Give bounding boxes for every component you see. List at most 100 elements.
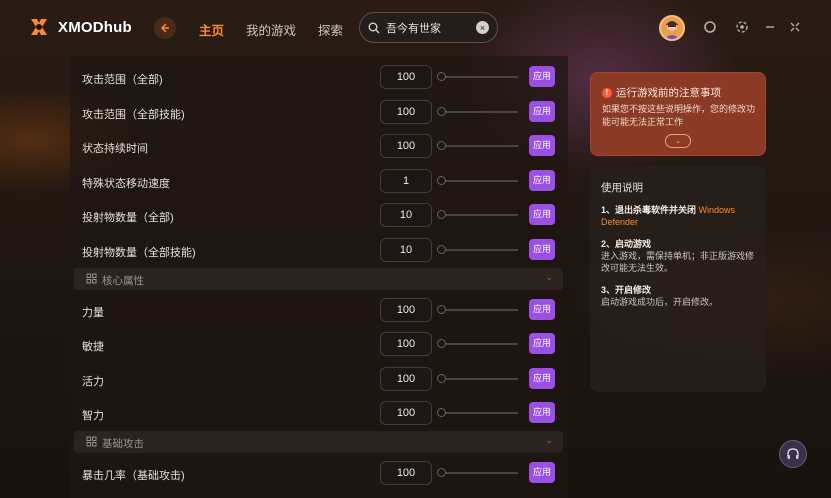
chevron-down-icon: ⌄ [545, 272, 553, 282]
search-icon [368, 22, 380, 33]
warning-card: ! 运行游戏前的注意事项 如果您不按这些说明操作，您的修改功能可能无法正常工作 … [590, 72, 766, 156]
user-avatar[interactable] [659, 15, 685, 41]
settings-icon[interactable] [735, 20, 749, 34]
clear-search-icon[interactable]: × [476, 21, 489, 34]
apply-button[interactable]: 应用 [529, 368, 555, 389]
mod-value-input[interactable]: 100 [380, 100, 432, 124]
section-label: 核心属性 [102, 275, 144, 287]
support-button[interactable] [779, 440, 807, 468]
apply-button[interactable]: 应用 [529, 462, 555, 483]
apply-button[interactable]: 应用 [529, 333, 555, 354]
mod-row: 攻击范围（全部) 100 应用 [70, 60, 568, 94]
mod-value-input[interactable]: 100 [380, 134, 432, 158]
mod-value-input[interactable]: 100 [380, 367, 432, 391]
close-icon[interactable] [788, 20, 802, 34]
slider-track[interactable] [440, 309, 518, 311]
mod-value-input[interactable]: 100 [380, 65, 432, 89]
mod-label: 攻击范围（全部技能) [82, 109, 185, 121]
mod-label: 投射物数量（全部技能) [82, 247, 196, 259]
section-label: 基础攻击 [102, 438, 144, 450]
warning-body: 如果您不按这些说明操作，您的修改功能可能无法正常工作 [602, 104, 756, 127]
slider-track[interactable] [440, 472, 518, 474]
slider-track[interactable] [440, 249, 518, 251]
mod-value-input[interactable]: 10 [380, 203, 432, 227]
step-body: 进入游戏，需保持单机；非正版游戏修改可能无法生效。 [601, 251, 755, 273]
slider-track[interactable] [440, 214, 518, 216]
guide-title: 使用说明 [601, 182, 643, 194]
apply-button[interactable]: 应用 [529, 204, 555, 225]
slider-handle[interactable] [437, 107, 446, 116]
mod-row: 投射物数量（全部技能) 10 应用 [70, 233, 568, 267]
mod-row: 攻击范围（全部技能) 100 应用 [70, 95, 568, 129]
mod-row: 敏捷 100 应用 [70, 327, 568, 361]
mod-value-input[interactable]: 100 [380, 461, 432, 485]
xmod-logo-icon [31, 19, 47, 35]
slider-handle[interactable] [437, 210, 446, 219]
apply-button[interactable]: 应用 [529, 66, 555, 87]
apply-button[interactable]: 应用 [529, 239, 555, 260]
section-header-basic[interactable]: 基础攻击 ⌄ [74, 431, 563, 453]
mod-value-input[interactable]: 1 [380, 169, 432, 193]
warning-icon: ! [602, 87, 612, 98]
slider-handle[interactable] [437, 141, 446, 150]
slider-handle[interactable] [437, 72, 446, 81]
nav-home[interactable]: 主页 [199, 20, 224, 39]
mod-value-input[interactable]: 10 [380, 238, 432, 262]
brand-name: XMODhub [58, 18, 132, 36]
slider-handle[interactable] [437, 339, 446, 348]
slider-track[interactable] [440, 76, 518, 78]
step-title: 2、启动游戏 [601, 239, 652, 249]
mod-label: 状态持续时间 [82, 143, 148, 155]
headset-icon [787, 448, 799, 459]
logo[interactable]: XMODhub [28, 16, 132, 38]
nav-my-games[interactable]: 我的游戏 [246, 20, 296, 39]
guide-step-2: 2、启动游戏 进入游戏，需保持单机；非正版游戏修改可能无法生效。 [601, 238, 759, 274]
guide-step-1: 1、退出杀毒软件并关闭 Windows Defender [601, 204, 759, 228]
mod-value-input[interactable]: 100 [380, 298, 432, 322]
nav-explore[interactable]: 探索 [318, 20, 343, 39]
slider-track[interactable] [440, 111, 518, 113]
slider-track[interactable] [440, 180, 518, 182]
apply-button[interactable]: 应用 [529, 402, 555, 423]
mod-row: 特殊状态移动速度 1 应用 [70, 164, 568, 198]
avatar-image [661, 17, 683, 39]
main-nav: 主页 我的游戏 探索 [199, 20, 343, 39]
mod-value-input[interactable]: 100 [380, 332, 432, 356]
mod-label: 活力 [82, 376, 104, 388]
notification-icon[interactable] [703, 20, 717, 34]
search-input[interactable] [386, 21, 471, 34]
mod-label: 力量 [82, 307, 104, 319]
grid-icon [86, 436, 97, 447]
mod-label: 投射物数量（全部) [82, 212, 174, 224]
usage-guide-card: 使用说明 1、退出杀毒软件并关闭 Windows Defender 2、启动游戏… [590, 166, 766, 392]
step-title: 3、开启修改 [601, 285, 652, 295]
slider-handle[interactable] [437, 468, 446, 477]
expand-chevron-icon[interactable]: ⌄ [665, 134, 691, 148]
warning-title: 运行游戏前的注意事项 [616, 87, 721, 99]
slider-handle[interactable] [437, 245, 446, 254]
back-button[interactable] [154, 17, 176, 39]
mod-label: 敏捷 [82, 341, 104, 353]
slider-track[interactable] [440, 145, 518, 147]
mod-row: 活力 100 应用 [70, 362, 568, 396]
apply-button[interactable]: 应用 [529, 101, 555, 122]
slider-handle[interactable] [437, 374, 446, 383]
mod-label: 特殊状态移动速度 [82, 178, 170, 190]
apply-button[interactable]: 应用 [529, 299, 555, 320]
mod-row: 智力 100 应用 [70, 396, 568, 430]
slider-track[interactable] [440, 412, 518, 414]
mod-value-input[interactable]: 100 [380, 401, 432, 425]
slider-handle[interactable] [437, 176, 446, 185]
section-header-core[interactable]: 核心属性 ⌄ [74, 268, 563, 290]
mod-label: 智力 [82, 410, 104, 422]
slider-track[interactable] [440, 378, 518, 380]
minimize-icon[interactable] [763, 20, 777, 34]
slider-track[interactable] [440, 343, 518, 345]
slider-handle[interactable] [437, 305, 446, 314]
warning-title-row: ! 运行游戏前的注意事项 [602, 85, 721, 100]
apply-button[interactable]: 应用 [529, 135, 555, 156]
apply-button[interactable]: 应用 [529, 170, 555, 191]
mod-label: 攻击范围（全部) [82, 74, 163, 86]
search-box[interactable]: × [359, 12, 498, 43]
slider-handle[interactable] [437, 408, 446, 417]
